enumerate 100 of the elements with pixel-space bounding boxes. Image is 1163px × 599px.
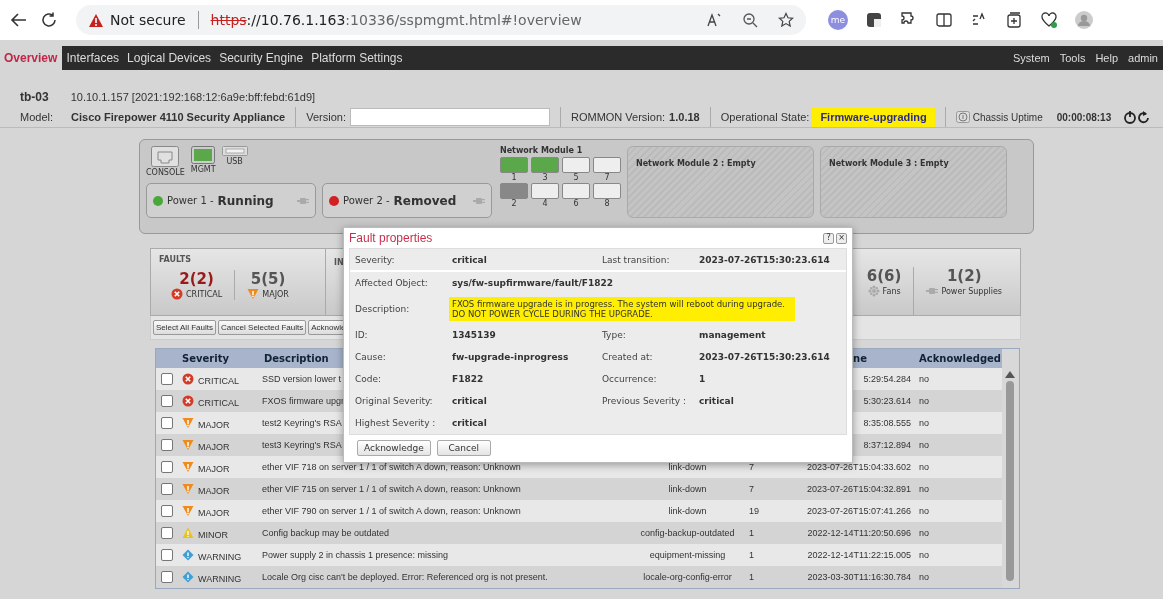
power-label: Power 2 -: [343, 195, 390, 206]
severity-text: MAJOR: [198, 463, 230, 474]
network-port[interactable]: [562, 157, 590, 173]
down-triangle-icon: [182, 505, 194, 517]
fault-count[interactable]: 5(5): [250, 270, 286, 288]
refresh-icon[interactable]: [40, 11, 58, 29]
property-label: Description:: [355, 304, 411, 314]
row-checkbox[interactable]: [161, 571, 173, 583]
acknowledged-cell: no: [919, 396, 929, 406]
device-name: tb-03: [20, 90, 49, 104]
url-path: :10336/sspmgmt.html#!overview: [345, 12, 582, 28]
menu-link[interactable]: System: [1008, 46, 1055, 70]
heart-icon[interactable]: [1040, 11, 1058, 29]
property-label: Type:: [602, 330, 627, 340]
row-checkbox[interactable]: [161, 461, 173, 473]
nav-tab[interactable]: Platform Settings: [307, 46, 407, 70]
menu-link[interactable]: admin: [1123, 46, 1163, 70]
field-label: Version:: [306, 111, 346, 123]
row-checkbox[interactable]: [161, 439, 173, 451]
dialog-button[interactable]: Acknowledge: [357, 440, 431, 456]
property-value: 2023-07-26T15:30:23.614: [699, 254, 831, 265]
description-cell: ether VIF 790 on server 1 / 1 of switch A down, reason: Unknown: [262, 506, 521, 516]
collections-icon[interactable]: [1005, 11, 1023, 29]
split-screen-icon[interactable]: [935, 11, 953, 29]
occurrence-cell: 1: [749, 528, 754, 538]
network-port[interactable]: [593, 157, 621, 173]
power-status: Removed: [393, 193, 457, 208]
network-port[interactable]: [531, 183, 559, 199]
fault-count[interactable]: 1(2): [946, 267, 982, 285]
property-label: Occurrence:: [602, 374, 658, 384]
close-button[interactable]: ×: [836, 232, 847, 244]
action-button[interactable]: Select All Faults: [153, 320, 216, 335]
power-icon[interactable]: [1123, 110, 1138, 124]
address-bar[interactable]: Not secure https://10.76.1.163:10336/sspmgmt.html#!overview: [76, 5, 806, 35]
row-checkbox[interactable]: [161, 505, 173, 517]
ethernet-port-icon: [151, 146, 180, 167]
read-aloud-icon: [706, 12, 722, 28]
up-arrow-icon: [1005, 371, 1015, 378]
menu-link[interactable]: Help: [1090, 46, 1124, 70]
url-host: ://10.76.1.163: [246, 12, 346, 28]
acknowledged-cell: no: [919, 572, 929, 582]
dialog-button[interactable]: Cancel: [436, 440, 491, 456]
acknowledged-cell: no: [919, 462, 929, 472]
info-diamond-icon: [182, 571, 194, 583]
fault-count[interactable]: 6(6): [866, 267, 902, 285]
occurrence-cell: 7: [749, 462, 754, 472]
scroll-thumb[interactable]: [1006, 381, 1014, 581]
occurrence-cell: 7: [749, 484, 754, 494]
menu-link[interactable]: Tools: [1054, 46, 1091, 70]
nav-tab[interactable]: Overview: [0, 46, 63, 70]
cross-circle-icon: [182, 395, 194, 407]
extension-icon[interactable]: [865, 11, 883, 29]
port-label: USB: [226, 157, 243, 166]
column-header[interactable]: Description: [264, 353, 329, 364]
occurrence-cell: 19: [749, 506, 759, 516]
property-value: critical: [452, 396, 488, 406]
help-button[interactable]: ?: [823, 232, 834, 244]
cause-cell: link-down: [668, 484, 707, 494]
row-checkbox[interactable]: [161, 417, 173, 429]
column-header[interactable]: ne: [853, 353, 867, 364]
cause-cell: link-down: [668, 462, 707, 472]
acknowledged-cell: no: [919, 418, 929, 428]
severity-text: WARNING: [198, 573, 242, 584]
property-label: Severity:: [355, 254, 396, 265]
row-checkbox[interactable]: [161, 527, 173, 539]
fault-count[interactable]: 2(2): [179, 270, 214, 288]
description-cell: Locale Org cisc can't be deployed. Error: Referenced org is not present.: [262, 572, 548, 582]
row-checkbox[interactable]: [161, 373, 173, 385]
time-cell: 2023-07-26T15:04:33.602: [806, 462, 911, 472]
nav-tab[interactable]: Security Engine: [215, 46, 308, 70]
back-arrow-icon[interactable]: [10, 11, 28, 29]
port-number: 6: [573, 199, 579, 208]
row-checkbox[interactable]: [161, 549, 173, 561]
down-triangle-icon: [247, 288, 260, 300]
time-cell: 5:30:23.614: [863, 396, 911, 406]
restart-icon[interactable]: [1137, 110, 1152, 124]
nav-tab[interactable]: Logical Devices: [123, 46, 216, 70]
cross-circle-icon: [182, 373, 194, 385]
info-icon: [955, 111, 970, 123]
action-button[interactable]: Cancel Selected Faults: [217, 320, 307, 335]
network-port[interactable]: [593, 183, 621, 199]
field-label: Model:: [20, 111, 54, 123]
security-label: Not secure: [110, 12, 186, 28]
time-cell: 8:37:12.894: [863, 440, 911, 450]
network-port[interactable]: [562, 183, 590, 199]
property-value: 2023-07-26T15:30:23.614: [699, 352, 831, 362]
property-value: critical: [699, 396, 735, 406]
avatar-icon[interactable]: [1075, 11, 1093, 29]
row-checkbox[interactable]: [161, 483, 173, 495]
row-checkbox[interactable]: [161, 395, 173, 407]
description-cell: SSD version lower t: [262, 374, 342, 384]
port-icon: [191, 146, 216, 164]
dialog-title: Fault properties: [349, 231, 433, 245]
warning-triangle-icon: [182, 527, 194, 539]
port-label: CONSOLE: [146, 168, 185, 177]
url-scheme: https: [210, 12, 247, 28]
nav-tab[interactable]: Interfaces: [62, 46, 124, 70]
property-label: Previous Severity :: [602, 396, 687, 406]
count-label: Fans: [882, 286, 901, 296]
version-field[interactable]: [349, 108, 550, 126]
